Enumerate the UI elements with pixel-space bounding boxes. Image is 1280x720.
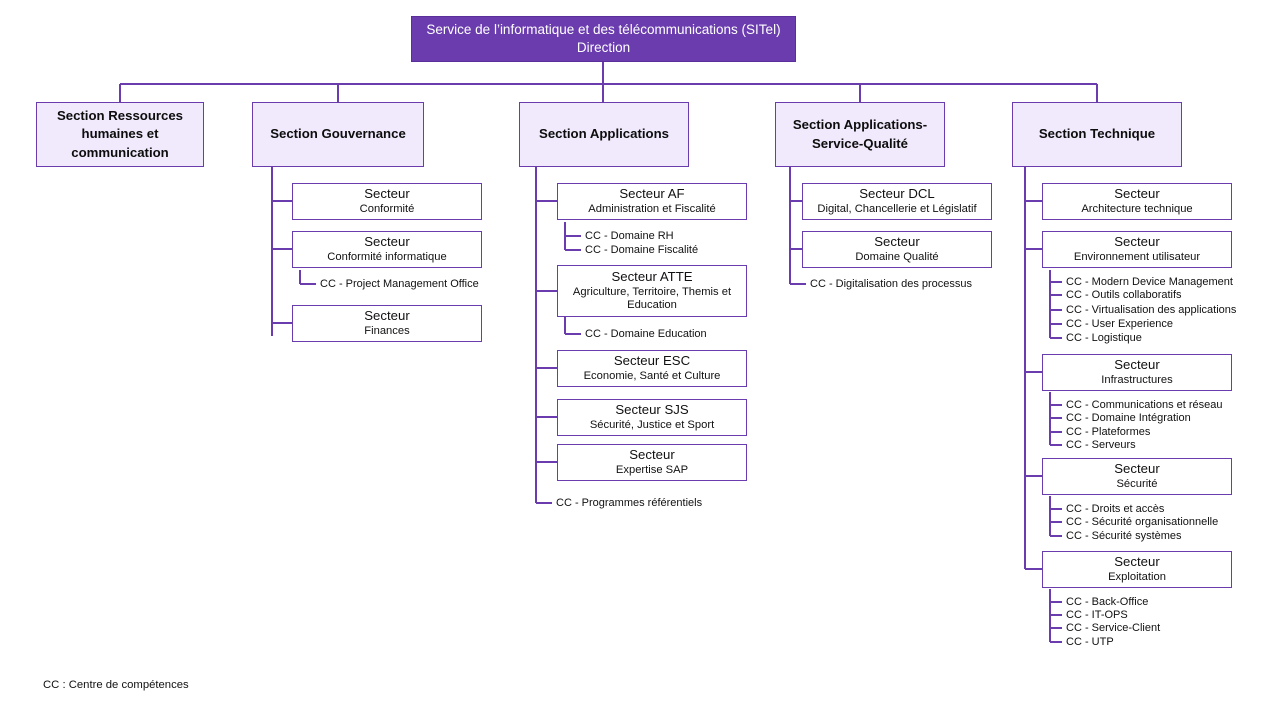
secteur-node-conformite-informatique[interactable]: Secteur Conformité informatique <box>292 231 482 268</box>
secteur-subtitle: Sécurité, Justice et Sport <box>589 418 715 431</box>
cc-item-plateformes: CC - Plateformes <box>1066 426 1151 438</box>
cc-item-droits-et-acces: CC - Droits et accès <box>1066 503 1165 515</box>
cc-item-digitalisation-des-processus: CC - Digitalisation des processus <box>810 278 973 290</box>
section-label-line: Section Gouvernance <box>270 126 406 142</box>
secteur-node-esc[interactable]: Secteur ESC Economie, Santé et Culture <box>557 350 747 387</box>
secteur-subtitle: Environnement utilisateur <box>1073 250 1201 263</box>
section-node-ressources-humaines[interactable]: Section Ressources humaines et communica… <box>36 102 204 167</box>
secteur-node-environnement-utilisateur[interactable]: Secteur Environnement utilisateur <box>1042 231 1232 268</box>
cc-item-user-experience: CC - User Experience <box>1066 318 1173 330</box>
secteur-node-sjs[interactable]: Secteur SJS Sécurité, Justice et Sport <box>557 399 747 436</box>
secteur-subtitle: Sécurité <box>1116 477 1158 490</box>
secteur-title: Secteur <box>1114 234 1160 250</box>
secteur-title: Secteur ATTE <box>611 269 693 285</box>
secteur-subtitle: Administration et Fiscalité <box>588 202 716 215</box>
secteur-title: Secteur <box>1114 461 1160 477</box>
section-label-line: Section Technique <box>1038 126 1156 142</box>
section-label-line: communication <box>71 144 169 160</box>
secteur-subtitle: Agriculture, Territoire, Themis et Educa… <box>572 285 732 312</box>
section-label-line: Section Ressources <box>56 108 184 124</box>
secteur-title: Secteur AF <box>619 186 685 202</box>
section-node-applications[interactable]: Section Applications <box>519 102 689 167</box>
cc-item-service-client: CC - Service-Client <box>1066 622 1161 634</box>
root-line-1: Service de l’informatique et des télécom… <box>426 21 781 37</box>
secteur-title: Secteur <box>874 234 920 250</box>
cc-item-project-management-office: CC - Project Management Office <box>320 278 479 290</box>
secteur-node-atte[interactable]: Secteur ATTE Agriculture, Territoire, Th… <box>557 265 747 317</box>
secteur-subtitle: Economie, Santé et Culture <box>583 369 721 382</box>
secteur-node-conformite[interactable]: Secteur Conformité <box>292 183 482 220</box>
cc-item-domaine-education: CC - Domaine Education <box>585 328 707 340</box>
secteur-subtitle: Digital, Chancellerie et Législatif <box>817 202 977 215</box>
secteur-subtitle: Architecture technique <box>1081 202 1193 215</box>
secteur-node-infrastructures[interactable]: Secteur Infrastructures <box>1042 354 1232 391</box>
cc-item-utp: CC - UTP <box>1066 636 1114 648</box>
cc-item-domaine-rh: CC - Domaine RH <box>585 230 674 242</box>
secteur-subtitle: Exploitation <box>1108 570 1166 583</box>
section-node-gouvernance[interactable]: Section Gouvernance <box>252 102 424 167</box>
cc-item-programmes-referentiels: CC - Programmes référentiels <box>556 497 703 509</box>
secteur-node-domaine-qualite[interactable]: Secteur Domaine Qualité <box>802 231 992 268</box>
section-node-technique[interactable]: Section Technique <box>1012 102 1182 167</box>
cc-item-back-office: CC - Back-Office <box>1066 596 1149 608</box>
secteur-node-securite[interactable]: Secteur Sécurité <box>1042 458 1232 495</box>
secteur-title: Secteur ESC <box>613 353 691 369</box>
cc-item-outils-collaboratifs: CC - Outils collaboratifs <box>1066 289 1182 301</box>
section-label-line: humaines et <box>81 126 159 142</box>
cc-item-securite-organisationnelle: CC - Sécurité organisationnelle <box>1066 516 1219 528</box>
section-label-line: Section Applications <box>539 126 669 142</box>
secteur-node-finances[interactable]: Secteur Finances <box>292 305 482 342</box>
cc-item-serveurs: CC - Serveurs <box>1066 439 1136 451</box>
secteur-title: Secteur <box>1114 357 1160 373</box>
secteur-title: Secteur DCL <box>859 186 935 202</box>
secteur-subtitle: Expertise SAP <box>615 463 689 476</box>
secteur-title: Secteur <box>364 308 410 324</box>
cc-item-logistique: CC - Logistique <box>1066 332 1142 344</box>
cc-item-domaine-integration: CC - Domaine Intégration <box>1066 412 1191 424</box>
secteur-title: Secteur SJS <box>615 402 689 418</box>
secteur-node-af[interactable]: Secteur AF Administration et Fiscalité <box>557 183 747 220</box>
secteur-subtitle: Domaine Qualité <box>855 250 939 263</box>
section-node-applications-service-qualite[interactable]: Section Applications- Service-Qualité <box>775 102 945 167</box>
secteur-subtitle: Finances <box>364 324 410 337</box>
secteur-node-architecture-technique[interactable]: Secteur Architecture technique <box>1042 183 1232 220</box>
secteur-node-dcl[interactable]: Secteur DCL Digital, Chancellerie et Lég… <box>802 183 992 220</box>
cc-item-securite-systemes: CC - Sécurité systèmes <box>1066 530 1182 542</box>
secteur-subtitle: Conformité <box>359 202 415 215</box>
root-node-direction[interactable]: Service de l’informatique et des télécom… <box>411 16 796 62</box>
secteur-title: Secteur <box>1114 186 1160 202</box>
cc-item-virtualisation-des-applications: CC - Virtualisation des applications <box>1066 304 1237 316</box>
secteur-node-exploitation[interactable]: Secteur Exploitation <box>1042 551 1232 588</box>
secteur-title: Secteur <box>629 447 675 463</box>
root-line-2: Direction <box>576 40 631 55</box>
secteur-title: Secteur <box>364 186 410 202</box>
cc-item-communications-et-reseau: CC - Communications et réseau <box>1066 399 1223 411</box>
section-label-line: Service-Qualité <box>811 135 909 151</box>
secteur-node-expertise-sap[interactable]: Secteur Expertise SAP <box>557 444 747 481</box>
section-label-line: Section Applications- <box>792 117 928 133</box>
secteur-title: Secteur <box>364 234 410 250</box>
org-chart: Service de l’informatique et des télécom… <box>0 0 1280 720</box>
secteur-subtitle: Infrastructures <box>1101 373 1173 386</box>
legend-cc: CC : Centre de compétences <box>43 679 189 691</box>
cc-item-domaine-fiscalite: CC - Domaine Fiscalité <box>585 244 699 256</box>
secteur-subtitle: Conformité informatique <box>327 250 447 263</box>
cc-item-modern-device-management: CC - Modern Device Management <box>1066 276 1233 288</box>
secteur-title: Secteur <box>1114 554 1160 570</box>
cc-item-it-ops: CC - IT-OPS <box>1066 609 1128 621</box>
